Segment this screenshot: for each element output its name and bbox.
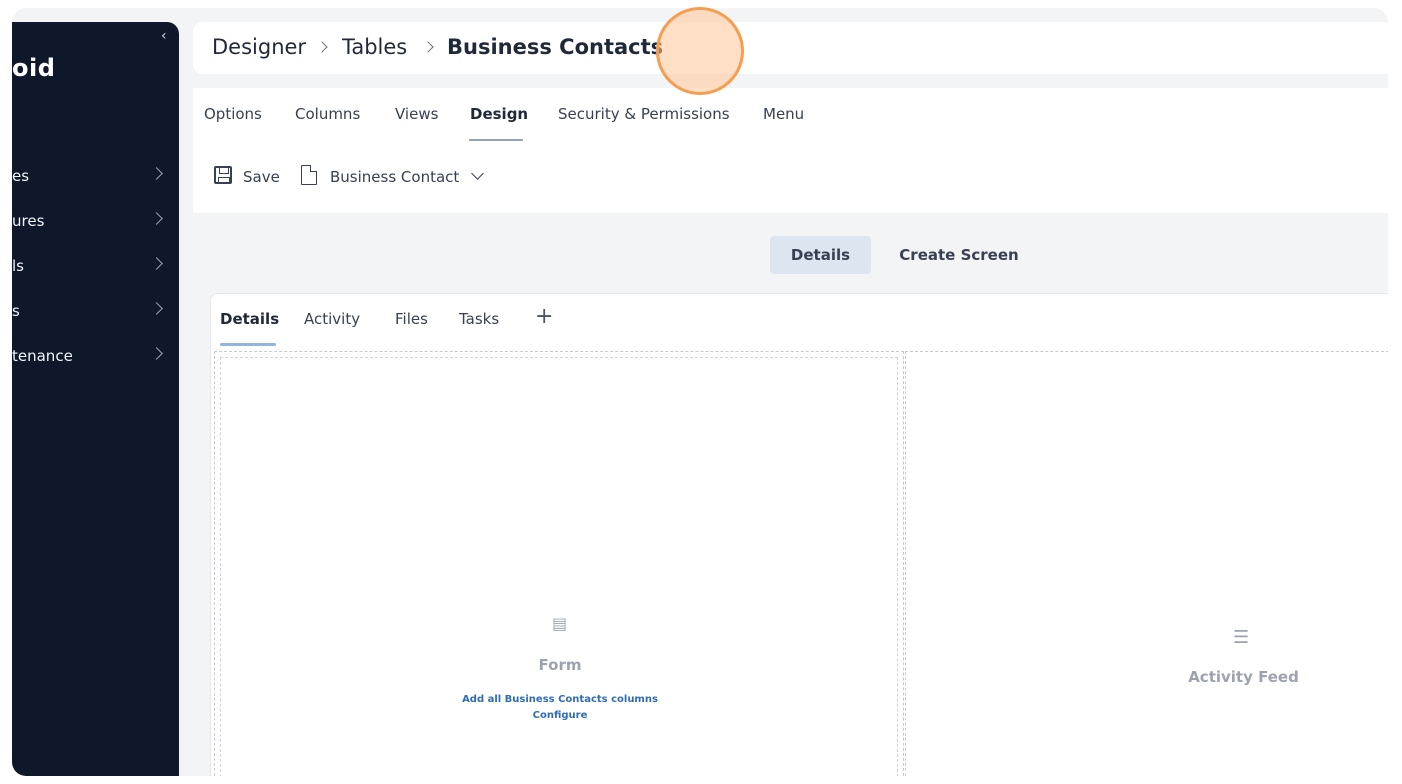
sidebar-item-label: es <box>12 167 30 185</box>
app-window: ‹ oid es ures ls s tenance Designer Tabl… <box>12 8 1388 776</box>
sidebar-item-3[interactable]: ls <box>12 251 179 281</box>
active-tab-indicator <box>469 139 523 141</box>
sidebar-item-label: tenance <box>12 347 73 365</box>
sidebar-item-1[interactable]: es <box>12 161 179 191</box>
chevron-right-icon <box>150 257 163 270</box>
chevron-right-icon <box>316 41 328 53</box>
activity-feed-title: Activity Feed <box>1188 668 1299 686</box>
chevron-right-icon <box>150 347 163 360</box>
sidebar-item-4[interactable]: s <box>12 296 179 326</box>
chevron-left-icon[interactable]: ‹ <box>161 28 167 44</box>
form-select[interactable]: Business Contact <box>330 168 459 186</box>
sidebar-item-label: ls <box>12 257 24 275</box>
breadcrumb-tables[interactable]: Tables <box>342 35 407 59</box>
tabs-bar: Options Columns Views Design Security & … <box>193 88 1388 213</box>
page-title: Business Contacts <box>447 35 664 59</box>
screen-tab-details[interactable]: Details <box>220 310 279 328</box>
tab-columns[interactable]: Columns <box>295 105 360 123</box>
sidebar-item-label: s <box>12 302 20 320</box>
sidebar: ‹ oid es ures ls s tenance <box>12 22 179 776</box>
form-zone-title: Form <box>538 656 582 674</box>
tab-design[interactable]: Design <box>470 105 528 123</box>
form-zone-inner: ▤ Form Add all Business Contacts columns… <box>220 357 898 776</box>
chevron-right-icon <box>150 167 163 180</box>
sidebar-item-2[interactable]: ures <box>12 206 179 236</box>
tab-views[interactable]: Views <box>395 105 438 123</box>
screen-tab-activity[interactable]: Activity <box>304 310 360 328</box>
tab-security-permissions[interactable]: Security & Permissions <box>558 105 730 123</box>
document-icon <box>301 165 317 185</box>
add-all-columns-link[interactable]: Add all Business Contacts columns <box>410 694 710 705</box>
tab-menu[interactable]: Menu <box>763 105 804 123</box>
app-logo: oid <box>12 54 56 82</box>
add-tab-icon[interactable]: + <box>535 304 553 329</box>
chevron-down-icon[interactable] <box>471 167 484 180</box>
screen-tab-files[interactable]: Files <box>395 310 428 328</box>
breadcrumb-designer[interactable]: Designer <box>212 35 306 59</box>
click-indicator <box>656 7 744 95</box>
save-icon[interactable] <box>214 166 232 184</box>
activity-feed-icon: ☰ <box>1233 627 1250 648</box>
tab-options[interactable]: Options <box>204 105 262 123</box>
screen-tab-tasks[interactable]: Tasks <box>459 310 499 328</box>
segment-details[interactable]: Details <box>770 236 871 274</box>
form-icon: ▤ <box>552 614 568 633</box>
sidebar-item-label: ures <box>12 212 45 230</box>
configure-link[interactable]: Configure <box>510 710 610 721</box>
breadcrumb: Designer Tables Business Contacts <box>193 22 1388 74</box>
designer-panel: Options Columns Views Design Security & … <box>193 88 1388 776</box>
chevron-right-icon <box>150 212 163 225</box>
activity-feed-zone[interactable]: ☰ Activity Feed <box>905 351 1388 776</box>
active-screen-tab-indicator <box>220 343 276 346</box>
chevron-right-icon <box>422 41 434 53</box>
chevron-right-icon <box>150 302 163 315</box>
save-button[interactable]: Save <box>243 168 280 186</box>
sidebar-item-5[interactable]: tenance <box>12 341 179 371</box>
segment-create-screen[interactable]: Create Screen <box>889 236 1029 274</box>
form-zone[interactable]: ▤ Form Add all Business Contacts columns… <box>214 351 904 776</box>
screen-layout: Details Activity Files Tasks + ▤ Form Ad… <box>210 293 1388 776</box>
